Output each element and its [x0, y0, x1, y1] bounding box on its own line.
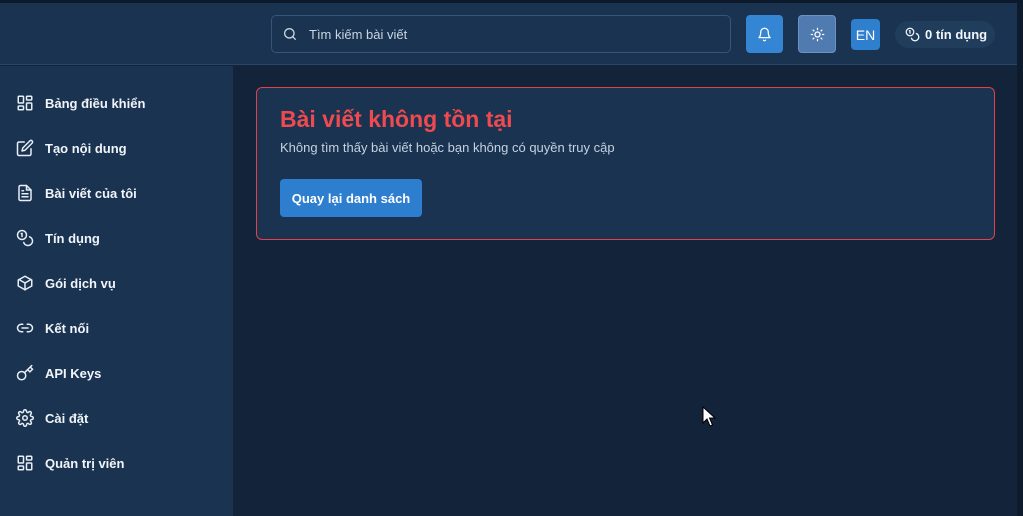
sun-icon	[810, 27, 824, 41]
sidebar: Bảng điều khiển Tạo nội dung Bài viết củ…	[0, 66, 233, 516]
sidebar-item-settings[interactable]: Cài đặt	[16, 403, 216, 433]
sidebar-item-api-keys[interactable]: API Keys	[16, 358, 216, 388]
theme-toggle-button[interactable]	[798, 15, 836, 53]
error-card: Bài viết không tồn tại Không tìm thấy bà…	[256, 87, 995, 240]
sidebar-item-label: Bảng điều khiển	[45, 95, 146, 111]
sidebar-item-label: Quản trị viên	[45, 455, 125, 471]
sidebar-item-connections[interactable]: Kết nối	[16, 313, 216, 343]
error-description: Không tìm thấy bài viết hoặc bạn không c…	[280, 140, 615, 155]
sidebar-item-label: API Keys	[45, 365, 102, 381]
gear-icon	[16, 409, 34, 427]
error-title: Bài viết không tồn tại	[280, 106, 513, 132]
language-button[interactable]: EN	[851, 19, 880, 50]
search-bar[interactable]	[271, 15, 731, 53]
notifications-button[interactable]	[746, 15, 783, 53]
edit-icon	[16, 139, 34, 157]
search-input[interactable]	[309, 26, 709, 42]
scrollbar[interactable]	[1017, 3, 1023, 516]
sidebar-item-admin[interactable]: Quản trị viên	[16, 448, 216, 478]
dashboard-icon	[17, 95, 33, 111]
sidebar-item-create-content[interactable]: Tạo nội dung	[16, 133, 216, 163]
back-to-list-button[interactable]: Quay lại danh sách	[280, 179, 422, 217]
coins-icon	[905, 27, 920, 42]
search-icon	[284, 28, 296, 40]
sidebar-item-dashboard[interactable]: Bảng điều khiển	[16, 88, 216, 118]
document-icon	[18, 184, 32, 202]
mouse-cursor-icon	[702, 406, 716, 427]
sidebar-item-label: Bài viết của tôi	[45, 185, 137, 201]
sidebar-item-label: Gói dịch vụ	[45, 275, 116, 291]
sidebar-item-service-plans[interactable]: Gói dịch vụ	[16, 268, 216, 298]
sidebar-item-label: Cài đặt	[45, 410, 89, 426]
top-header: EN 0 tín dụng	[0, 3, 1017, 65]
key-icon	[16, 364, 34, 381]
sidebar-item-my-posts[interactable]: Bài viết của tôi	[16, 178, 216, 208]
sidebar-item-label: Kết nối	[45, 320, 90, 336]
package-icon	[17, 275, 33, 291]
link-icon	[16, 323, 34, 333]
bell-icon	[758, 27, 771, 41]
coins-icon	[16, 229, 34, 247]
credits-badge[interactable]: 0 tín dụng	[895, 21, 995, 48]
admin-grid-icon	[17, 455, 33, 471]
sidebar-item-credits[interactable]: Tín dụng	[16, 223, 216, 253]
credits-label: 0 tín dụng	[925, 27, 988, 42]
sidebar-item-label: Tín dụng	[45, 230, 100, 246]
sidebar-item-label: Tạo nội dung	[45, 140, 127, 156]
